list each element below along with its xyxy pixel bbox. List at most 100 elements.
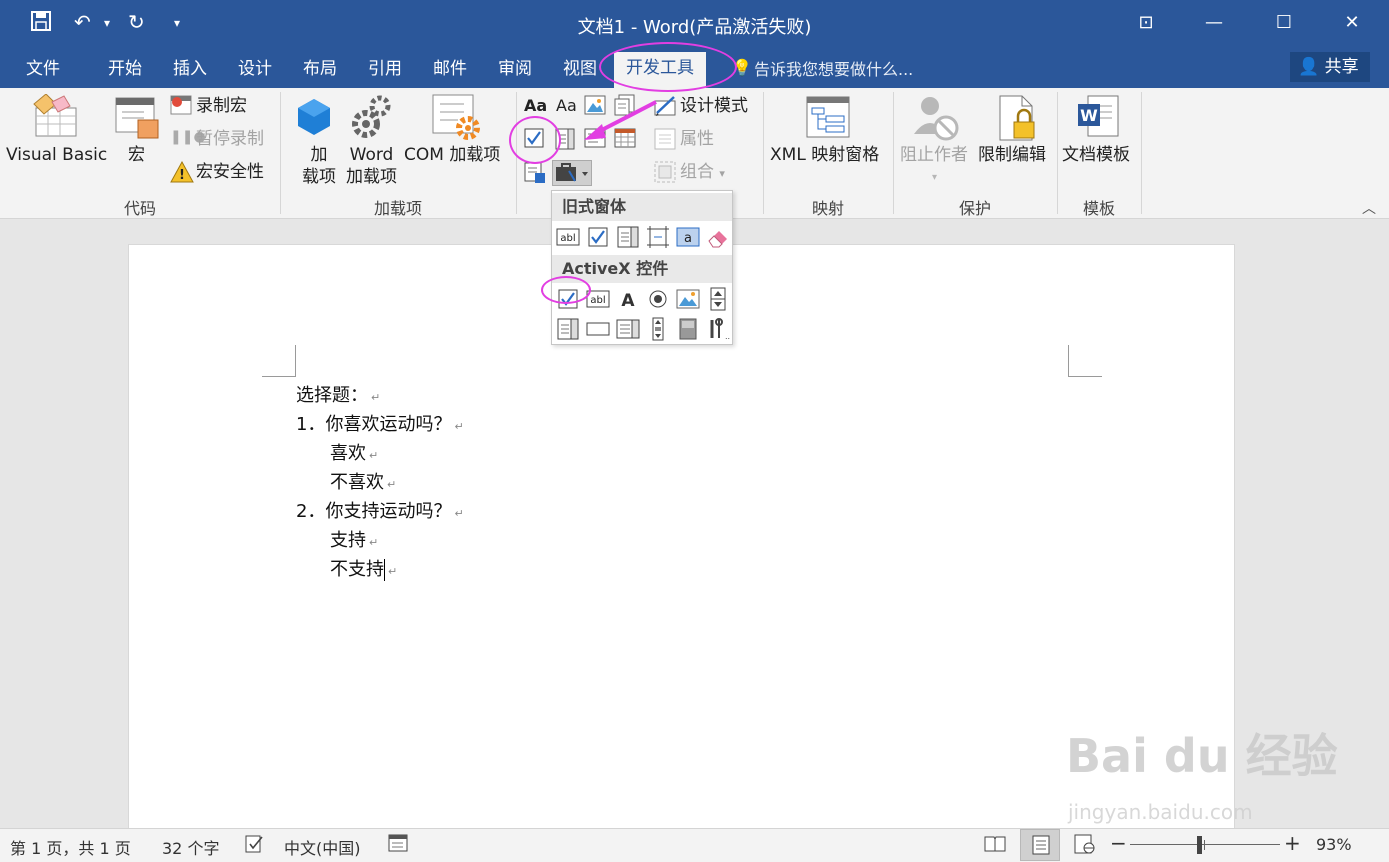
tab-references[interactable]: 引用 [356,56,414,86]
print-layout-view-button[interactable] [1020,829,1060,861]
web-layout-icon[interactable] [1074,834,1096,858]
tab-file[interactable]: 文件 [14,56,72,86]
tab-mailings[interactable]: 邮件 [421,56,479,86]
properties-button: 属性 [680,129,714,149]
form-field-shading-icon[interactable]: a [676,225,700,249]
legacy-frame-icon[interactable] [646,225,670,249]
minimize-button[interactable]: — [1196,8,1232,38]
macro-recording-icon[interactable] [388,834,410,858]
ribbon-display-options-button[interactable]: ⊡ [1128,8,1164,38]
block-authors-dropdown-icon: ▾ [932,172,938,183]
document-line[interactable]: 支持 ↵ [330,526,378,552]
document-line[interactable]: 不支持 ↵ [330,555,397,581]
zoom-level[interactable]: 93% [1316,835,1352,854]
svg-text:a: a [684,231,692,246]
proofing-icon[interactable] [244,834,264,858]
zoom-slider-track[interactable] [1130,844,1280,845]
com-addins-button[interactable]: COM 加载项 [404,144,500,166]
word-addins-label-line1: Word [349,145,394,165]
repeating-section-content-control-icon[interactable] [524,162,546,188]
reset-form-fields-eraser-icon[interactable] [706,225,730,249]
svg-text:A: A [621,291,635,311]
tab-home[interactable]: 开始 [96,56,154,86]
more-controls-tools-icon[interactable]: ... [706,317,733,341]
zoom-in-button[interactable]: + [1284,831,1301,855]
legacy-checkbox-icon[interactable] [586,225,610,249]
addins-button[interactable]: 加 载项 [302,144,336,188]
language-status[interactable]: 中文(中国) [284,835,361,859]
document-line[interactable]: 选择题： ↵ [296,381,380,407]
activex-command-button-icon[interactable] [586,317,610,341]
document-template-button[interactable]: 文档模板 [1062,144,1130,166]
document-line-text: 2．你支持运动吗？ [296,501,452,522]
word-addins-label-line2: 加载项 [346,167,397,187]
legacy-text-field-icon[interactable]: abl [556,225,580,249]
group-label: 组合 [680,162,714,182]
annotation-circle-checkbox-control [509,116,561,164]
addins-label-line1: 加 [310,145,328,165]
text-cursor [384,559,385,581]
share-button[interactable]: 👤 共享 [1290,52,1370,82]
visual-basic-icon [30,93,80,142]
design-mode-button[interactable]: 设计模式 [680,95,748,117]
visual-basic-button[interactable]: Visual Basic [6,144,107,166]
legacy-tools-button[interactable] [552,160,592,186]
document-line[interactable]: 2．你支持运动吗？ ↵ [296,497,464,523]
activex-image-icon[interactable] [676,287,700,311]
status-bar: 第 1 页，共 1 页 32 个字 中文(中国) − + 93% [0,828,1389,862]
addins-label-line2: 载项 [302,167,336,187]
tab-layout[interactable]: 布局 [291,56,349,86]
annotation-circle-developer-tab [599,42,737,92]
document-line-text: 支持 [330,530,366,551]
zoom-slider-thumb[interactable] [1197,836,1203,854]
document-line[interactable]: 喜欢 ↵ [330,439,378,465]
pause-recording-button: 暂停录制 [196,129,264,149]
activex-spin-button-icon[interactable] [706,287,730,311]
legacy-tools-menu: 旧式窗体 abl a ActiveX 控件 abl A .. [551,190,733,345]
group-label-addins: 加载项 [373,199,422,218]
close-button[interactable]: ✕ [1334,8,1370,38]
activex-list-box-icon[interactable] [616,317,640,341]
activex-toggle-button-icon[interactable] [676,317,700,341]
window-title: 文档1 - Word(产品激活失败) [577,17,812,38]
zoom-out-button[interactable]: − [1110,831,1127,855]
maximize-button[interactable]: ☐ [1266,8,1302,38]
plain-text-content-control-icon[interactable]: Aa [556,96,577,115]
document-line[interactable]: 不喜欢 ↵ [330,468,396,494]
restrict-editing-button[interactable]: 限制编辑 [978,144,1046,166]
tell-me-search[interactable]: 告诉我您想要做什么... [754,56,913,80]
crop-mark [262,345,296,377]
macro-security-button[interactable]: 宏安全性 [196,161,264,183]
block-authors-icon [910,94,962,146]
word-addins-button[interactable]: Word 加载项 [346,144,397,188]
tab-design[interactable]: 设计 [226,56,284,86]
word-count-status[interactable]: 32 个字 [162,835,219,859]
activex-label-icon[interactable]: A [616,287,640,311]
paragraph-mark: ↵ [454,507,464,520]
legacy-dropdown-field-icon[interactable] [616,225,640,249]
document-line[interactable]: 1．你喜欢运动吗？ ↵ [296,410,464,436]
macros-button[interactable]: 宏 [128,144,145,166]
paragraph-mark: ↵ [388,565,398,578]
xml-mapping-pane-icon [806,96,850,142]
activex-combo-box-icon[interactable] [556,317,580,341]
xml-mapping-pane-button[interactable]: XML 映射窗格 [770,144,879,166]
rich-text-content-control-icon[interactable]: Aa [524,96,547,115]
annotation-arrow-icon [584,100,657,140]
svg-text:!: ! [179,168,185,183]
tab-review[interactable]: 审阅 [486,56,544,86]
group-button: 组合 ▾ [680,161,725,185]
macro-icon [114,96,160,144]
activex-scroll-bar-icon[interactable] [646,317,670,341]
document-line-text: 不喜欢 [330,472,384,493]
document-line-text: 1．你喜欢运动吗？ [296,414,452,435]
collapse-ribbon-icon[interactable]: ︿ [1362,198,1376,218]
paragraph-mark: ↵ [387,478,397,491]
page-count-status[interactable]: 第 1 页，共 1 页 [10,835,131,859]
record-macro-icon [170,95,194,121]
record-macro-button[interactable]: 录制宏 [196,95,247,117]
read-mode-icon[interactable] [984,834,1006,858]
tab-insert[interactable]: 插入 [161,56,219,86]
title-bar: ↶ ▾ ↻ ▾ 文档1 - Word(产品激活失败) ⊡ — ☐ ✕ [0,0,1389,50]
activex-option-button-icon[interactable] [646,287,670,311]
